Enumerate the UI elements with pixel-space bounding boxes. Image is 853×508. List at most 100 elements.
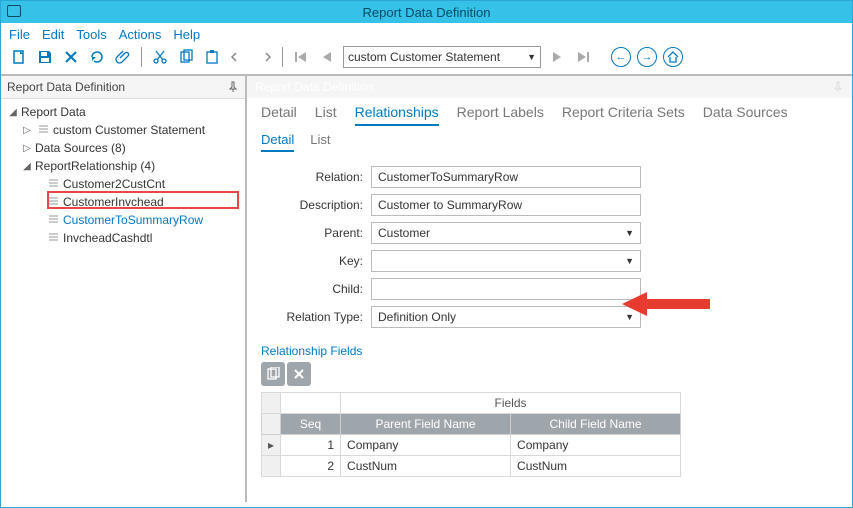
- subtab-detail[interactable]: Detail: [261, 132, 294, 152]
- nav-home-icon[interactable]: [663, 47, 683, 67]
- col-parent-field[interactable]: Parent Field Name: [341, 414, 511, 435]
- pin-icon[interactable]: [832, 81, 844, 93]
- menu-file[interactable]: File: [9, 27, 30, 42]
- nav-back-icon[interactable]: ←: [611, 47, 631, 67]
- menu-edit[interactable]: Edit: [42, 27, 64, 42]
- label-description: Description:: [261, 198, 371, 212]
- chevron-down-icon: ▼: [527, 52, 536, 62]
- delete-row-button[interactable]: [287, 362, 311, 386]
- label-relation: Relation:: [261, 170, 371, 184]
- menu-actions[interactable]: Actions: [119, 27, 162, 42]
- chevron-down-icon: ▼: [625, 256, 634, 266]
- nav-next-icon[interactable]: [547, 47, 567, 67]
- undo-icon[interactable]: [228, 47, 248, 67]
- row-indicator: [262, 456, 281, 477]
- select-key[interactable]: ▼: [371, 250, 641, 272]
- cell-seq[interactable]: 2: [281, 456, 341, 477]
- select-parent[interactable]: Customer▼: [371, 222, 641, 244]
- pin-icon[interactable]: [227, 81, 239, 93]
- tab-bar: Detail List Relationships Report Labels …: [247, 98, 852, 126]
- menu-tools[interactable]: Tools: [76, 27, 106, 42]
- body: Report Data Definition ◢Report Data ▷cus…: [1, 76, 852, 502]
- tab-detail[interactable]: Detail: [261, 104, 297, 126]
- delete-icon[interactable]: [61, 47, 81, 67]
- folder-icon: [45, 197, 61, 207]
- nav-first-icon[interactable]: [291, 47, 311, 67]
- title-bar: Report Data Definition: [1, 1, 852, 23]
- grid-row[interactable]: ▸ 1 Company Company: [262, 435, 681, 456]
- tree-panel-header: Report Data Definition: [1, 76, 245, 99]
- copy-row-button[interactable]: [261, 362, 285, 386]
- folder-icon: [35, 125, 51, 135]
- content-header-title: Report Data Definition: [255, 80, 373, 94]
- input-relation[interactable]: CustomerToSummaryRow: [371, 166, 641, 188]
- content-panel: Report Data Definition Detail List Relat…: [247, 76, 852, 502]
- subtab-list[interactable]: List: [310, 132, 330, 152]
- toolbar: custom Customer Statement ▼ ← →: [1, 42, 852, 76]
- tree[interactable]: ◢Report Data ▷custom Customer Statement …: [1, 99, 245, 251]
- window-title: Report Data Definition: [363, 5, 491, 20]
- copy-icon[interactable]: [176, 47, 196, 67]
- relationship-fields-section: Relationship Fields Fields Seq Parent Fi…: [247, 338, 852, 477]
- tree-panel-title: Report Data Definition: [7, 80, 125, 94]
- cell-seq[interactable]: 1: [281, 435, 341, 456]
- label-child: Child:: [261, 282, 371, 296]
- col-seq[interactable]: Seq: [281, 414, 341, 435]
- tree-leaf-1[interactable]: Customer2CustCnt: [5, 175, 245, 193]
- folder-icon: [45, 179, 61, 189]
- label-parent: Parent:: [261, 226, 371, 240]
- app-window: Report Data Definition File Edit Tools A…: [0, 0, 853, 508]
- save-icon[interactable]: [35, 47, 55, 67]
- new-icon[interactable]: [9, 47, 29, 67]
- grid-super-header: Fields: [341, 393, 681, 414]
- label-key: Key:: [261, 254, 371, 268]
- tree-leaf-4[interactable]: InvcheadCashdtl: [5, 229, 245, 247]
- grid-corner: [262, 393, 281, 414]
- tab-report-criteria-sets[interactable]: Report Criteria Sets: [562, 104, 685, 126]
- chevron-down-icon: ▼: [625, 312, 634, 322]
- tree-panel: Report Data Definition ◢Report Data ▷cus…: [1, 76, 247, 502]
- grid-row[interactable]: 2 CustNum CustNum: [262, 456, 681, 477]
- nav-last-icon[interactable]: [573, 47, 593, 67]
- refresh-icon[interactable]: [87, 47, 107, 67]
- content-header: Report Data Definition: [247, 76, 852, 98]
- label-relation-type: Relation Type:: [261, 310, 371, 324]
- tree-leaf-2[interactable]: CustomerInvchead: [5, 193, 245, 211]
- tab-list[interactable]: List: [315, 104, 337, 126]
- window-icon: [7, 5, 21, 17]
- tab-data-sources[interactable]: Data Sources: [703, 104, 788, 126]
- tree-node-relationships[interactable]: ◢ReportRelationship (4): [5, 157, 245, 175]
- cell-parent[interactable]: CustNum: [341, 456, 511, 477]
- attach-icon[interactable]: [113, 47, 133, 67]
- record-combo[interactable]: custom Customer Statement ▼: [343, 46, 541, 68]
- redo-icon[interactable]: [254, 47, 274, 67]
- menu-help[interactable]: Help: [173, 27, 200, 42]
- subtab-bar: Detail List: [247, 126, 852, 152]
- select-child[interactable]: [371, 278, 641, 300]
- row-indicator: ▸: [262, 435, 281, 456]
- paste-icon[interactable]: [202, 47, 222, 67]
- menu-bar: File Edit Tools Actions Help: [1, 23, 852, 42]
- folder-icon: [45, 233, 61, 243]
- relationship-fields-title: Relationship Fields: [261, 344, 838, 358]
- col-child-field[interactable]: Child Field Name: [511, 414, 681, 435]
- tree-leaf-3-selected[interactable]: CustomerToSummaryRow: [5, 211, 245, 229]
- nav-forward-icon[interactable]: →: [637, 47, 657, 67]
- nav-prev-icon[interactable]: [317, 47, 337, 67]
- cell-child[interactable]: CustNum: [511, 456, 681, 477]
- tab-relationships[interactable]: Relationships: [355, 104, 439, 126]
- input-description[interactable]: Customer to SummaryRow: [371, 194, 641, 216]
- tree-node-datasources[interactable]: ▷Data Sources (8): [5, 139, 245, 157]
- toolbar-separator-2: [282, 47, 283, 67]
- tree-node-report[interactable]: ▷custom Customer Statement: [5, 121, 245, 139]
- select-relation-type[interactable]: Definition Only▼: [371, 306, 641, 328]
- fields-grid[interactable]: Fields Seq Parent Field Name Child Field…: [261, 392, 681, 477]
- chevron-down-icon: ▼: [625, 228, 634, 238]
- grid-spacer: [281, 393, 341, 414]
- cut-icon[interactable]: [150, 47, 170, 67]
- cell-parent[interactable]: Company: [341, 435, 511, 456]
- folder-icon: [45, 215, 61, 225]
- tab-report-labels[interactable]: Report Labels: [457, 104, 544, 126]
- cell-child[interactable]: Company: [511, 435, 681, 456]
- tree-root[interactable]: ◢Report Data: [5, 103, 245, 121]
